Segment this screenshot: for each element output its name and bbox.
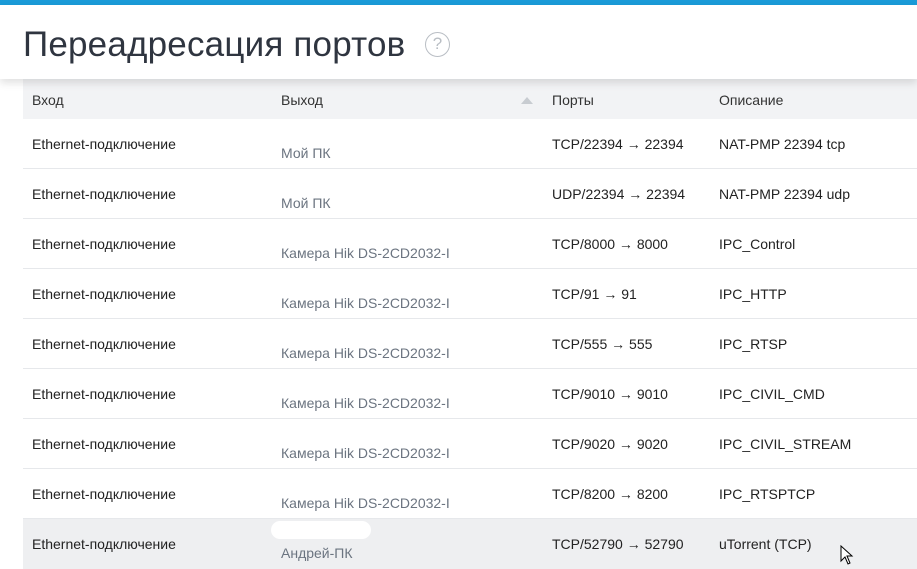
table-row[interactable]: Ethernet-подключение Мой ПК UDP/22394 → …: [23, 169, 917, 219]
row-input: Ethernet-подключение: [32, 536, 176, 552]
row-description: NAT-PMP 22394 tcp: [719, 136, 846, 152]
row-output: Мой ПК: [281, 195, 331, 211]
redacted-address: [271, 521, 371, 539]
table-row[interactable]: Ethernet-подключение Камера Hik DS-2CD20…: [23, 419, 917, 469]
row-input: Ethernet-подключение: [32, 186, 176, 202]
row-description: IPC_HTTP: [719, 286, 787, 302]
row-input: Ethernet-подключение: [32, 486, 176, 502]
row-description: IPC_RTSP: [719, 336, 788, 352]
column-header-input[interactable]: Вход: [32, 92, 64, 108]
sort-ascending-icon[interactable]: [521, 97, 533, 104]
row-output: Андрей-ПК: [281, 545, 353, 561]
page-title: Переадресация портов: [23, 25, 406, 64]
row-output: Камера Hik DS-2CD2032-I: [281, 395, 450, 411]
row-ports: TCP/9020 → 9020: [552, 436, 668, 452]
row-ports: TCP/555 → 555: [552, 336, 653, 352]
row-input: Ethernet-подключение: [32, 136, 176, 152]
table-row[interactable]: Ethernet-подключение Камера Hik DS-2CD20…: [23, 319, 917, 369]
row-output: Камера Hik DS-2CD2032-I: [281, 295, 450, 311]
row-output: Камера Hik DS-2CD2032-I: [281, 495, 450, 511]
row-ports: TCP/8200 → 8200: [552, 486, 668, 502]
row-ports: TCP/22394 → 22394: [552, 136, 684, 152]
row-input: Ethernet-подключение: [32, 436, 176, 452]
column-header-description[interactable]: Описание: [719, 92, 783, 108]
port-forwarding-table: Вход Выход Порты Описание Ethernet-подкл…: [23, 79, 917, 569]
row-output: Мой ПК: [281, 145, 331, 161]
table-row[interactable]: Ethernet-подключение Камера Hik DS-2CD20…: [23, 369, 917, 419]
table-row[interactable]: Ethernet-подключение Мой ПК TCP/22394 → …: [23, 119, 917, 169]
row-ports: TCP/91 → 91: [552, 286, 637, 302]
row-description: uTorrent (TCP): [719, 536, 812, 552]
row-input: Ethernet-подключение: [32, 386, 176, 402]
row-output: Камера Hik DS-2CD2032-I: [281, 345, 450, 361]
row-output: Камера Hik DS-2CD2032-I: [281, 245, 450, 261]
row-ports: UDP/22394 → 22394: [552, 186, 686, 202]
table-header: Вход Выход Порты Описание: [23, 79, 917, 119]
row-ports: TCP/9010 → 9010: [552, 386, 668, 402]
row-description: NAT-PMP 22394 udp: [719, 186, 851, 202]
row-description: IPC_CIVIL_STREAM: [719, 436, 852, 452]
row-description: IPC_RTSPTCP: [719, 486, 816, 502]
table-row[interactable]: Ethernet-подключение Камера Hik DS-2CD20…: [23, 269, 917, 319]
row-output: Камера Hik DS-2CD2032-I: [281, 445, 450, 461]
row-description: IPC_CIVIL_CMD: [719, 386, 825, 402]
column-header-output[interactable]: Выход: [281, 92, 323, 108]
table-row[interactable]: Ethernet-подключение Камера Hik DS-2CD20…: [23, 219, 917, 269]
table-row[interactable]: Ethernet-подключение Камера Hik DS-2CD20…: [23, 469, 917, 519]
help-icon[interactable]: ?: [425, 32, 450, 57]
row-input: Ethernet-подключение: [32, 286, 176, 302]
row-input: Ethernet-подключение: [32, 336, 176, 352]
column-header-ports[interactable]: Порты: [552, 92, 594, 108]
row-ports: TCP/52790 → 52790: [552, 536, 684, 552]
page-header: Переадресация портов ?: [0, 5, 917, 79]
mouse-cursor-icon: [840, 545, 854, 565]
table-row-hovered[interactable]: Ethernet-подключение Андрей-ПК TCP/52790…: [23, 519, 917, 569]
row-description: IPC_Control: [719, 236, 796, 252]
row-input: Ethernet-подключение: [32, 236, 176, 252]
row-ports: TCP/8000 → 8000: [552, 236, 668, 252]
